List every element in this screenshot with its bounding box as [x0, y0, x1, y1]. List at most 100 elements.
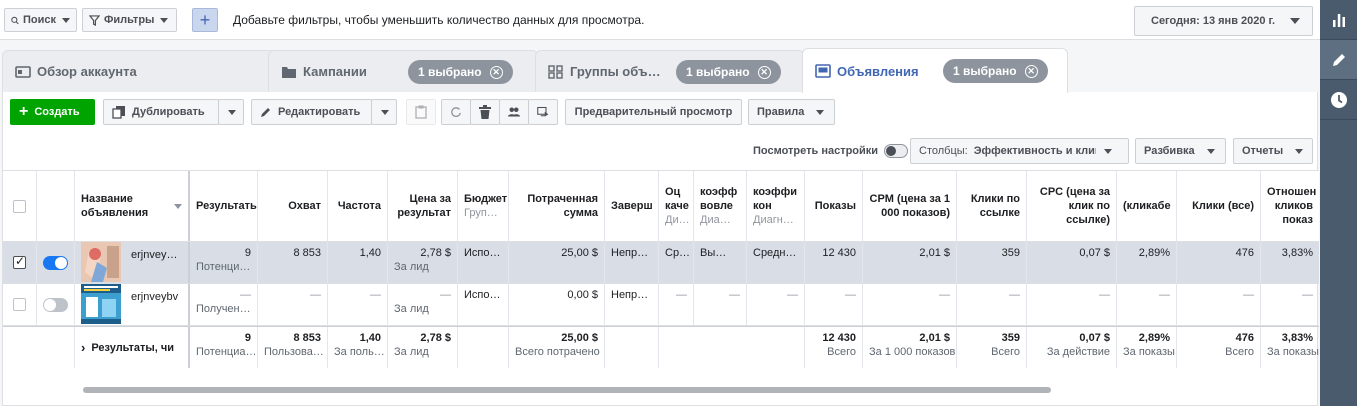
ad-status-toggle[interactable]: [43, 297, 68, 312]
horizontal-scrollbar[interactable]: [83, 387, 1051, 393]
breakdown-label: Разбивка: [1144, 145, 1195, 157]
preview-button[interactable]: Предварительный просмотр: [565, 99, 742, 125]
header-cpm[interactable]: CPM (цена за 1 000 показов): [863, 171, 957, 241]
row-checkbox[interactable]: [13, 254, 26, 269]
header-impressions[interactable]: Показы: [805, 171, 863, 241]
table-row[interactable]: erjnvey… 9 Потенци… 8 853 1,40 2,78 $ За л…: [3, 242, 1319, 284]
value: 0,07 $: [1079, 247, 1110, 259]
filters-button[interactable]: Фильтры: [82, 8, 177, 32]
value: Ср…: [665, 247, 691, 259]
breakdown-button[interactable]: Разбивка: [1135, 138, 1226, 164]
ab-test-button[interactable]: [528, 99, 558, 125]
value-sub: За поль…: [334, 346, 385, 358]
toggle-header: [37, 171, 75, 241]
adsets-selected-pill[interactable]: 1 выбрано ✕: [676, 60, 781, 84]
chevron-right-icon[interactable]: ›: [81, 340, 85, 355]
refresh-button[interactable]: [441, 99, 471, 125]
edit-menu-button[interactable]: [371, 99, 397, 125]
header-link-clicks[interactable]: Клики по ссылке: [957, 171, 1027, 241]
select-all-cell[interactable]: [3, 171, 37, 241]
rail-history-button[interactable]: [1320, 80, 1357, 120]
chevron-down-icon: [62, 17, 70, 23]
view-settings-toggle[interactable]: Посмотреть настройки: [753, 144, 909, 158]
tab-account-overview[interactable]: Обзор аккаунта: [2, 50, 282, 92]
header-ratio[interactable]: Отношен кликов показ: [1261, 171, 1319, 241]
value-sub: Потенци…: [196, 261, 251, 273]
ad-name-cell[interactable]: erjnvey…: [75, 242, 190, 283]
header-spent[interactable]: Потраченная сумма: [509, 171, 605, 241]
duplicate-menu-button[interactable]: [218, 99, 244, 125]
campaigns-selected-pill[interactable]: 1 выбрано ✕: [408, 60, 513, 84]
row-checkbox[interactable]: [13, 298, 26, 311]
tab-adsets[interactable]: Группы объ… 1 выбрано ✕: [535, 50, 805, 92]
close-icon[interactable]: ✕: [1024, 64, 1038, 78]
rules-label: Правила: [757, 106, 805, 118]
columns-button[interactable]: Столбцы: Эффективность и клик: [910, 138, 1129, 164]
row-toggle-cell[interactable]: [37, 242, 75, 283]
row-checkbox-cell[interactable]: [3, 242, 37, 283]
ad-status-toggle[interactable]: [43, 255, 68, 270]
ad-name[interactable]: erjnvey…: [131, 248, 177, 262]
header-frequency[interactable]: Частота: [328, 171, 388, 241]
ad-name-cell[interactable]: erjnveybv: [75, 284, 190, 325]
header-ends[interactable]: Заверш: [605, 171, 659, 241]
clipboard-button[interactable]: [406, 99, 436, 125]
value: —: [240, 289, 251, 301]
create-button[interactable]: + Создать: [10, 99, 95, 125]
header-conversion[interactable]: коэффи кон Диагн…: [747, 171, 805, 241]
cell-ctr: 2,89%: [1117, 242, 1177, 283]
delete-button[interactable]: [470, 99, 500, 125]
header-name[interactable]: Название объявления: [75, 171, 190, 241]
ads-selected-pill[interactable]: 1 выбрано ✕: [943, 59, 1048, 83]
copy-icon: [112, 106, 125, 119]
cell-quality: Ср…: [659, 242, 694, 283]
total-ratio: 3,83% За показы: [1261, 327, 1319, 368]
total-quality: [659, 327, 694, 368]
date-range-button[interactable]: Сегодня: 13 янв 2020 г.: [1134, 6, 1313, 36]
header-cpc[interactable]: CPC (цена за клик по ссылке): [1027, 171, 1117, 241]
duplicate-button[interactable]: Дублировать: [103, 99, 219, 125]
value: Испо…: [464, 247, 501, 259]
tab-label: Объявления: [837, 63, 919, 79]
rules-button[interactable]: Правила: [748, 99, 835, 125]
row-checkbox-cell[interactable]: [3, 284, 37, 325]
close-icon[interactable]: ✕: [489, 65, 503, 79]
header-budget[interactable]: Бюджет Груп…: [458, 171, 509, 241]
tab-ads[interactable]: Объявления 1 выбрано ✕: [802, 48, 1068, 93]
header-clicks-all[interactable]: Клики (все): [1177, 171, 1261, 241]
value-sub: За действие: [1046, 346, 1110, 358]
value-sub: Потенциа…: [196, 346, 257, 358]
select-all-checkbox[interactable]: [13, 199, 26, 213]
totals-expand[interactable]: › Результаты, чи: [75, 327, 190, 368]
total-reach: 8 853 Пользова…: [258, 327, 328, 368]
rail-charts-button[interactable]: [1320, 0, 1357, 40]
header-reach[interactable]: Охват: [258, 171, 328, 241]
value: 25,00 $: [561, 332, 598, 344]
table-row[interactable]: erjnveybv — Получен… — — — За лид Испо… 0,…: [3, 284, 1319, 326]
header-engagement[interactable]: коэфф вовле Диа…: [694, 171, 747, 241]
level-tabs: Обзор аккаунта Кампании 1 выбрано ✕ Груп…: [0, 40, 1320, 93]
value: 1,40: [359, 247, 381, 259]
rail-edit-button[interactable]: [1320, 40, 1357, 80]
header-results[interactable]: Результаты: [190, 171, 258, 241]
ad-name[interactable]: erjnveybv: [131, 290, 178, 304]
row-toggle-cell[interactable]: [37, 284, 75, 325]
audience-button[interactable]: [499, 99, 529, 125]
header-engagement-label: коэфф вовле: [700, 186, 738, 212]
tab-campaigns[interactable]: Кампании 1 выбрано ✕: [268, 50, 538, 92]
sort-icon[interactable]: [174, 203, 182, 209]
cell-ends: Непр…: [605, 242, 659, 283]
reports-button[interactable]: Отчеты: [1233, 138, 1313, 164]
cell-results: — Получен…: [190, 284, 258, 325]
edit-button[interactable]: Редактировать: [251, 99, 372, 125]
search-button[interactable]: Поиск: [4, 8, 77, 32]
ad-thumbnail-image: [81, 284, 121, 324]
header-cost-per-result[interactable]: Цена за результат: [388, 171, 458, 241]
header-ctr[interactable]: (кликабе: [1117, 171, 1177, 241]
value: Непр…: [611, 289, 649, 301]
header-quality[interactable]: Оц каче Ди…: [659, 171, 694, 241]
add-filter-button[interactable]: +: [192, 8, 218, 32]
close-icon[interactable]: ✕: [757, 65, 771, 79]
account-icon: [15, 65, 31, 78]
view-settings-switch[interactable]: [884, 144, 909, 158]
